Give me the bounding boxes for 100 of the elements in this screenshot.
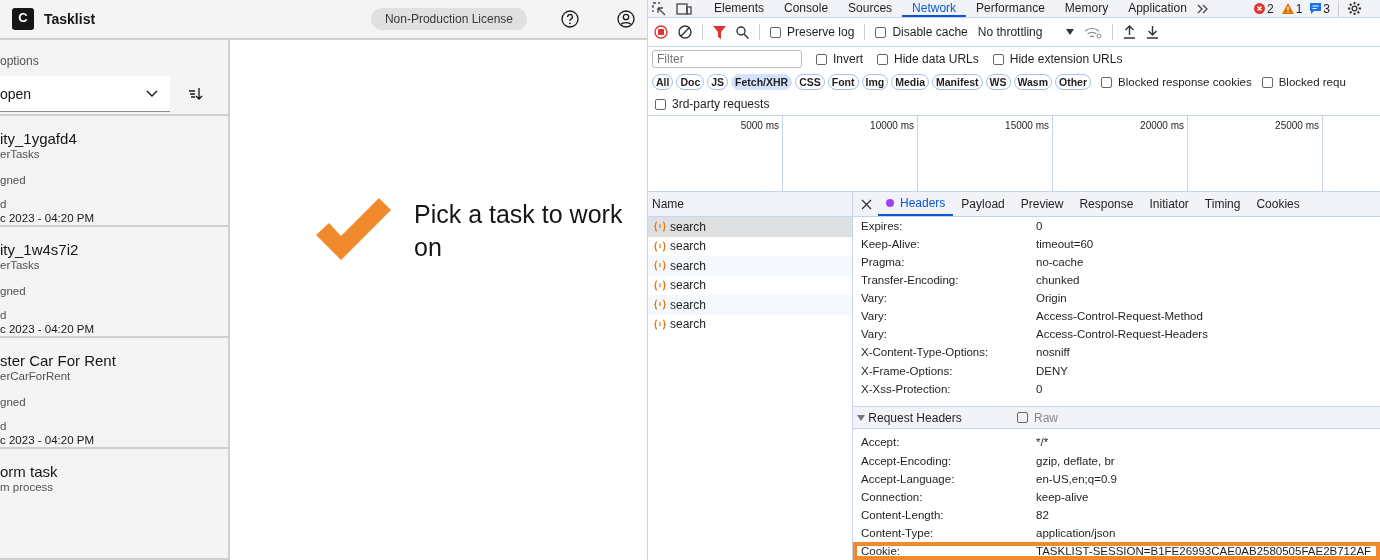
detail-tab[interactable]: Cookies [1248,192,1308,216]
header-value: en-US,en;q=0.9 [1036,472,1117,485]
devtools-tab[interactable]: Memory [1054,0,1119,17]
task-name: orm task [0,462,59,480]
task-name: ity_1ygafd4 [0,129,78,147]
request-name: search [670,219,707,234]
request-row[interactable]: search [648,275,852,295]
inspect-element-icon[interactable] [652,1,666,16]
more-tabs-icon[interactable] [1196,3,1209,14]
checkmark-icon [316,198,392,260]
type-filter-chip[interactable]: JS [707,74,729,90]
request-row[interactable]: search [648,295,852,315]
type-filter-chip[interactable]: Doc [676,74,705,90]
close-icon[interactable] [861,198,872,210]
request-name: search [670,278,707,293]
header-name: Expires: [861,220,904,233]
task-card[interactable]: orm task m process [0,448,228,560]
checkbox[interactable] [770,26,781,38]
task-card[interactable]: ster Car For Rent erCarForRent gned d c 2023 - 04:20 PM [0,337,228,449]
error-count[interactable]: 2 [1253,1,1274,16]
header-value: gzip, deflate, br [1036,454,1115,467]
type-filter-chip[interactable]: Other [1055,74,1092,90]
devtools-tab[interactable]: Console [774,0,839,17]
fetch-request-icon [654,260,666,272]
settings-icon[interactable] [1347,1,1362,16]
request-row[interactable]: search [648,314,852,334]
checkbox[interactable] [875,26,887,38]
device-toolbar-icon[interactable] [676,1,692,16]
help-icon[interactable] [561,10,579,28]
checkbox-label: Disable cache [892,25,968,39]
type-filter-chip[interactable]: Img [861,74,889,90]
download-icon[interactable] [1146,25,1160,39]
header-value: 82 [1036,508,1049,521]
checkbox[interactable] [655,98,666,110]
header-value: 0 [1036,382,1043,395]
detail-tab[interactable]: Headers [878,192,954,216]
type-filter-chip[interactable]: Media [891,74,929,90]
type-filter-chip[interactable]: Fetch/XHR [731,74,793,90]
header-name: Keep-Alive: [861,238,921,251]
task-card[interactable]: ity_1w4s7i2 erTasks gned d c 2023 - 04:20 PM [0,226,228,338]
checkbox[interactable] [1101,76,1113,88]
search-icon[interactable] [736,25,749,39]
checkbox[interactable] [877,53,888,65]
header-value: */* [1036,436,1049,449]
detail-tab[interactable]: Initiator [1141,192,1197,216]
detail-tab[interactable]: Preview [1012,192,1072,216]
throttling-dropdown[interactable]: No throttling [977,25,1075,39]
caret-down-icon [1066,28,1075,36]
app-title: Tasklist [44,11,96,27]
header-value: 0 [1036,220,1043,233]
filter-icon[interactable] [713,25,726,39]
type-filter-chip[interactable]: Font [827,74,859,90]
type-filter-chip[interactable]: CSS [795,74,825,90]
filter-input[interactable]: Filter [652,50,802,68]
request-row[interactable]: search [648,256,852,276]
timeline-tick-label: 25000 ms [1275,120,1319,131]
task-process: erTasks [0,258,41,271]
type-filter-chip[interactable]: WS [985,74,1011,90]
type-filter-chip[interactable]: Manifest [932,74,983,90]
sort-icon[interactable] [188,87,204,101]
header-value: application/json [1036,526,1116,539]
detail-tab[interactable]: Payload [953,192,1013,216]
stop-recording-icon[interactable] [654,25,668,39]
fetch-request-icon [654,279,666,291]
type-filter-chip[interactable]: Wasm [1013,74,1053,90]
detail-tab[interactable]: Timing [1196,192,1249,216]
checkbox[interactable] [992,53,1004,65]
type-filter-chip[interactable]: All [652,74,674,90]
header-name: Content-Type: [861,526,935,539]
devtools-tab[interactable]: Elements [704,0,775,17]
header-name: Vary: [861,310,888,323]
license-badge: Non-Production License [370,8,527,30]
checkbox[interactable] [1017,412,1028,424]
header-name: X-Content-Type-Options: [861,346,990,359]
request-name: search [670,297,707,312]
devtools-tab[interactable]: Performance [966,0,1055,17]
detail-tab[interactable]: Response [1071,192,1142,216]
task-card[interactable]: ity_1ygafd4 erTasks gned d c 2023 - 04:20 PM [0,115,228,227]
upload-icon[interactable] [1123,25,1137,39]
filter-dropdown[interactable]: open [0,76,170,112]
devtools-tab[interactable]: Network [902,0,967,17]
header-name: X-Frame-Options: [861,364,954,377]
message-count[interactable]: 3 [1310,1,1330,16]
request-row[interactable]: search [648,236,852,256]
column-header[interactable]: Name [648,192,852,217]
header-name: X-Xss-Protection: [861,382,952,395]
header-name: Cookie: [861,544,901,557]
checkbox[interactable] [816,53,827,65]
warning-count[interactable]: 1 [1281,1,1303,16]
checkbox[interactable] [1261,76,1273,88]
clear-icon[interactable] [678,25,692,39]
header-name: Vary: [861,328,888,341]
header-value: chunked [1036,274,1080,287]
section-header[interactable]: Request Headers [857,410,1017,425]
devtools-tab[interactable]: Sources [838,0,903,17]
request-row[interactable]: search [648,217,852,237]
devtools-tab[interactable]: Application [1118,0,1197,17]
task-date: c 2023 - 04:20 PM [0,322,95,335]
network-conditions-icon[interactable] [1084,25,1103,39]
user-icon[interactable] [617,10,635,28]
